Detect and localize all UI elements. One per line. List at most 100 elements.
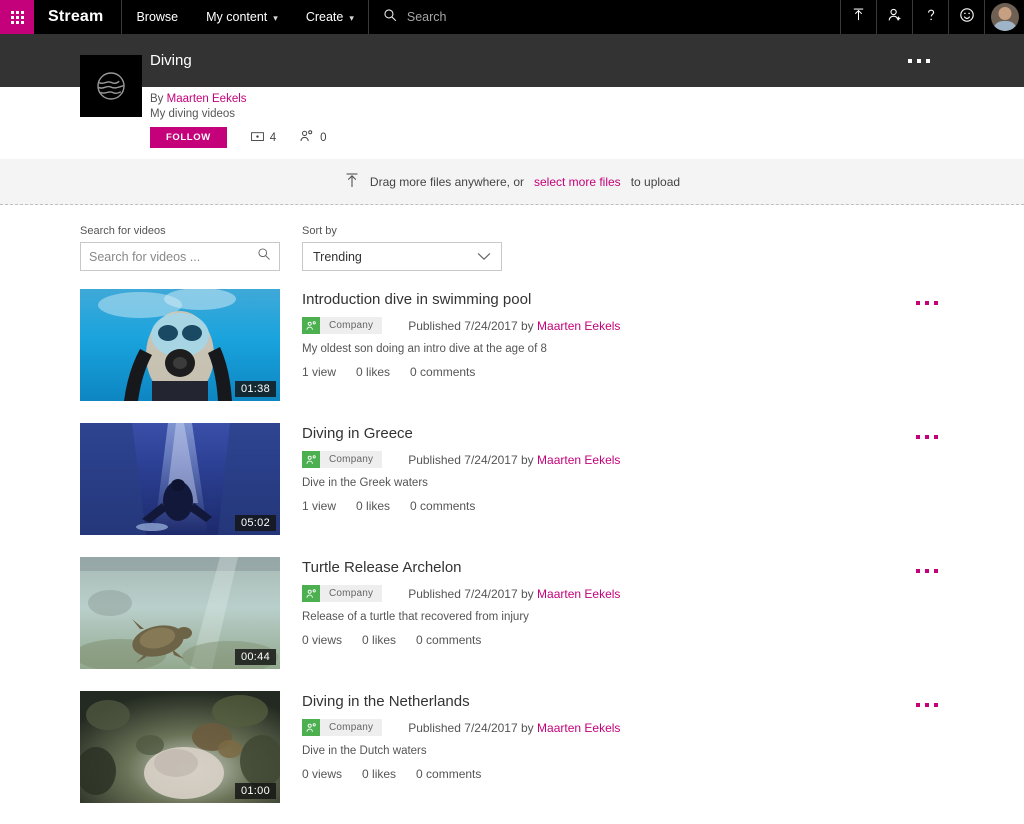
add-person-button[interactable]	[876, 0, 912, 34]
published-by-prefix: by	[521, 318, 534, 333]
feedback-button[interactable]	[948, 0, 984, 34]
by-prefix: By	[150, 93, 164, 105]
nav-my-content-label: My content	[206, 10, 268, 24]
video-stats: 0 views 0 likes 0 comments	[302, 633, 944, 647]
published-prefix: Published	[408, 586, 461, 601]
video-icon	[250, 131, 264, 145]
global-search[interactable]	[369, 0, 840, 34]
video-search-field: Search for videos	[80, 225, 280, 271]
nav-create[interactable]: Create ▾	[292, 0, 368, 34]
view-count: 1 view	[302, 499, 337, 513]
video-search-box[interactable]	[80, 242, 280, 271]
published-prefix: Published	[408, 452, 461, 467]
view-count: 0 views	[302, 767, 343, 781]
avatar	[990, 3, 1019, 31]
published-by-prefix: by	[521, 452, 534, 467]
video-count: 4	[269, 131, 277, 144]
video-list-item: 00:44 Turtle Release Archelon Company Pu…	[0, 557, 1024, 669]
video-duration: 05:02	[234, 515, 276, 531]
video-author-link[interactable]: Maarten Eekels	[537, 721, 620, 735]
video-duration: 01:38	[234, 381, 276, 397]
search-icon	[257, 247, 271, 266]
video-stats: 1 view 0 likes 0 comments	[302, 365, 944, 379]
group-icon	[302, 317, 320, 334]
published-date: 7/24/2017	[464, 586, 518, 601]
sort-by-value: Trending	[313, 249, 362, 264]
video-title-link[interactable]: Turtle Release Archelon	[302, 559, 462, 576]
video-title-link[interactable]: Diving in Greece	[302, 425, 413, 442]
search-icon	[383, 8, 397, 27]
nav-browse-label: Browse	[136, 10, 179, 24]
follower-count-stat: 0	[300, 130, 327, 145]
group-icon	[302, 719, 320, 736]
video-search-input[interactable]	[89, 249, 257, 264]
video-author-link[interactable]: Maarten Eekels	[537, 453, 620, 467]
comment-count: 0 comments	[416, 767, 482, 781]
video-thumbnail[interactable]: 01:00	[80, 691, 280, 803]
help-icon	[923, 7, 939, 28]
video-details: Diving in the Netherlands Company Publis…	[302, 691, 944, 803]
follow-button[interactable]: FOLLOW	[150, 127, 227, 148]
sort-by-select[interactable]: Trending	[302, 242, 502, 271]
published-date: 7/24/2017	[464, 720, 518, 735]
video-more-options-button[interactable]	[910, 697, 944, 713]
video-list-item: 05:02 Diving in Greece Company Published…	[0, 423, 1024, 535]
upload-button[interactable]	[840, 0, 876, 34]
channel-banner: Diving	[0, 34, 1024, 87]
video-title-link[interactable]: Diving in the Netherlands	[302, 693, 470, 710]
like-count: 0 likes	[356, 499, 391, 513]
video-description: Dive in the Greek waters	[302, 477, 428, 489]
video-details: Turtle Release Archelon Company Publishe…	[302, 557, 944, 669]
video-description: My oldest son doing an intro dive at the…	[302, 343, 547, 355]
video-more-options-button[interactable]	[910, 429, 944, 445]
channel-author-link[interactable]: Maarten Eekels	[167, 93, 247, 105]
video-thumbnail[interactable]: 00:44	[80, 557, 280, 669]
user-account-button[interactable]	[984, 0, 1024, 34]
video-more-options-button[interactable]	[910, 295, 944, 311]
dropzone-text-before: Drag more files anywhere, or	[369, 174, 524, 189]
privacy-badge-label: Company	[320, 451, 383, 468]
video-duration: 00:44	[234, 649, 276, 665]
comment-count: 0 comments	[410, 499, 476, 513]
app-launcher-button[interactable]	[0, 0, 34, 34]
sort-field: Sort by Trending	[302, 225, 502, 271]
follower-count: 0	[320, 131, 327, 144]
like-count: 0 likes	[356, 365, 391, 379]
view-count: 1 view	[302, 365, 337, 379]
waffle-icon	[10, 10, 24, 24]
nav-browse[interactable]: Browse	[122, 0, 192, 34]
privacy-badge: Company	[302, 317, 383, 334]
video-thumbnail[interactable]: 05:02	[80, 423, 280, 535]
privacy-badge: Company	[302, 451, 383, 468]
group-icon	[302, 451, 320, 468]
video-thumbnail[interactable]: 01:38	[80, 289, 280, 401]
published-prefix: Published	[408, 720, 461, 735]
page-title: Diving	[150, 52, 192, 69]
select-more-files-link[interactable]: select more files	[534, 175, 621, 189]
video-author-link[interactable]: Maarten Eekels	[537, 319, 620, 333]
video-description: Dive in the Dutch waters	[302, 745, 427, 757]
suite-actions	[840, 0, 1024, 34]
video-title-link[interactable]: Introduction dive in swimming pool	[302, 291, 531, 308]
published-info: Published 7/24/2017 by Maarten Eekels	[408, 721, 620, 735]
upload-dropzone[interactable]: Drag more files anywhere, or select more…	[0, 159, 1024, 205]
channel-info: By Maarten Eekels My diving videos FOLLO…	[0, 55, 1024, 159]
video-more-options-button[interactable]	[910, 563, 944, 579]
channel-meta: By Maarten Eekels My diving videos FOLLO…	[0, 87, 1024, 148]
nav-create-label: Create	[305, 10, 344, 24]
brand-stream[interactable]: Stream	[34, 0, 123, 34]
global-search-input[interactable]	[406, 10, 667, 24]
chevron-down-icon: ▾	[273, 12, 278, 23]
published-info: Published 7/24/2017 by Maarten Eekels	[408, 319, 620, 333]
followers-icon	[300, 130, 314, 145]
channel-thumbnail	[80, 55, 142, 117]
help-button[interactable]	[912, 0, 948, 34]
suite-header: Stream Browse My content ▾ Create ▾	[0, 0, 1024, 34]
channel-more-options-button[interactable]	[902, 53, 936, 69]
nav-my-content[interactable]: My content ▾	[192, 0, 292, 34]
video-author-link[interactable]: Maarten Eekels	[537, 587, 620, 601]
privacy-badge-label: Company	[320, 585, 383, 602]
comment-count: 0 comments	[410, 365, 476, 379]
video-duration: 01:00	[234, 783, 276, 799]
video-meta: Company Published 7/24/2017 by Maarten E…	[302, 719, 944, 736]
